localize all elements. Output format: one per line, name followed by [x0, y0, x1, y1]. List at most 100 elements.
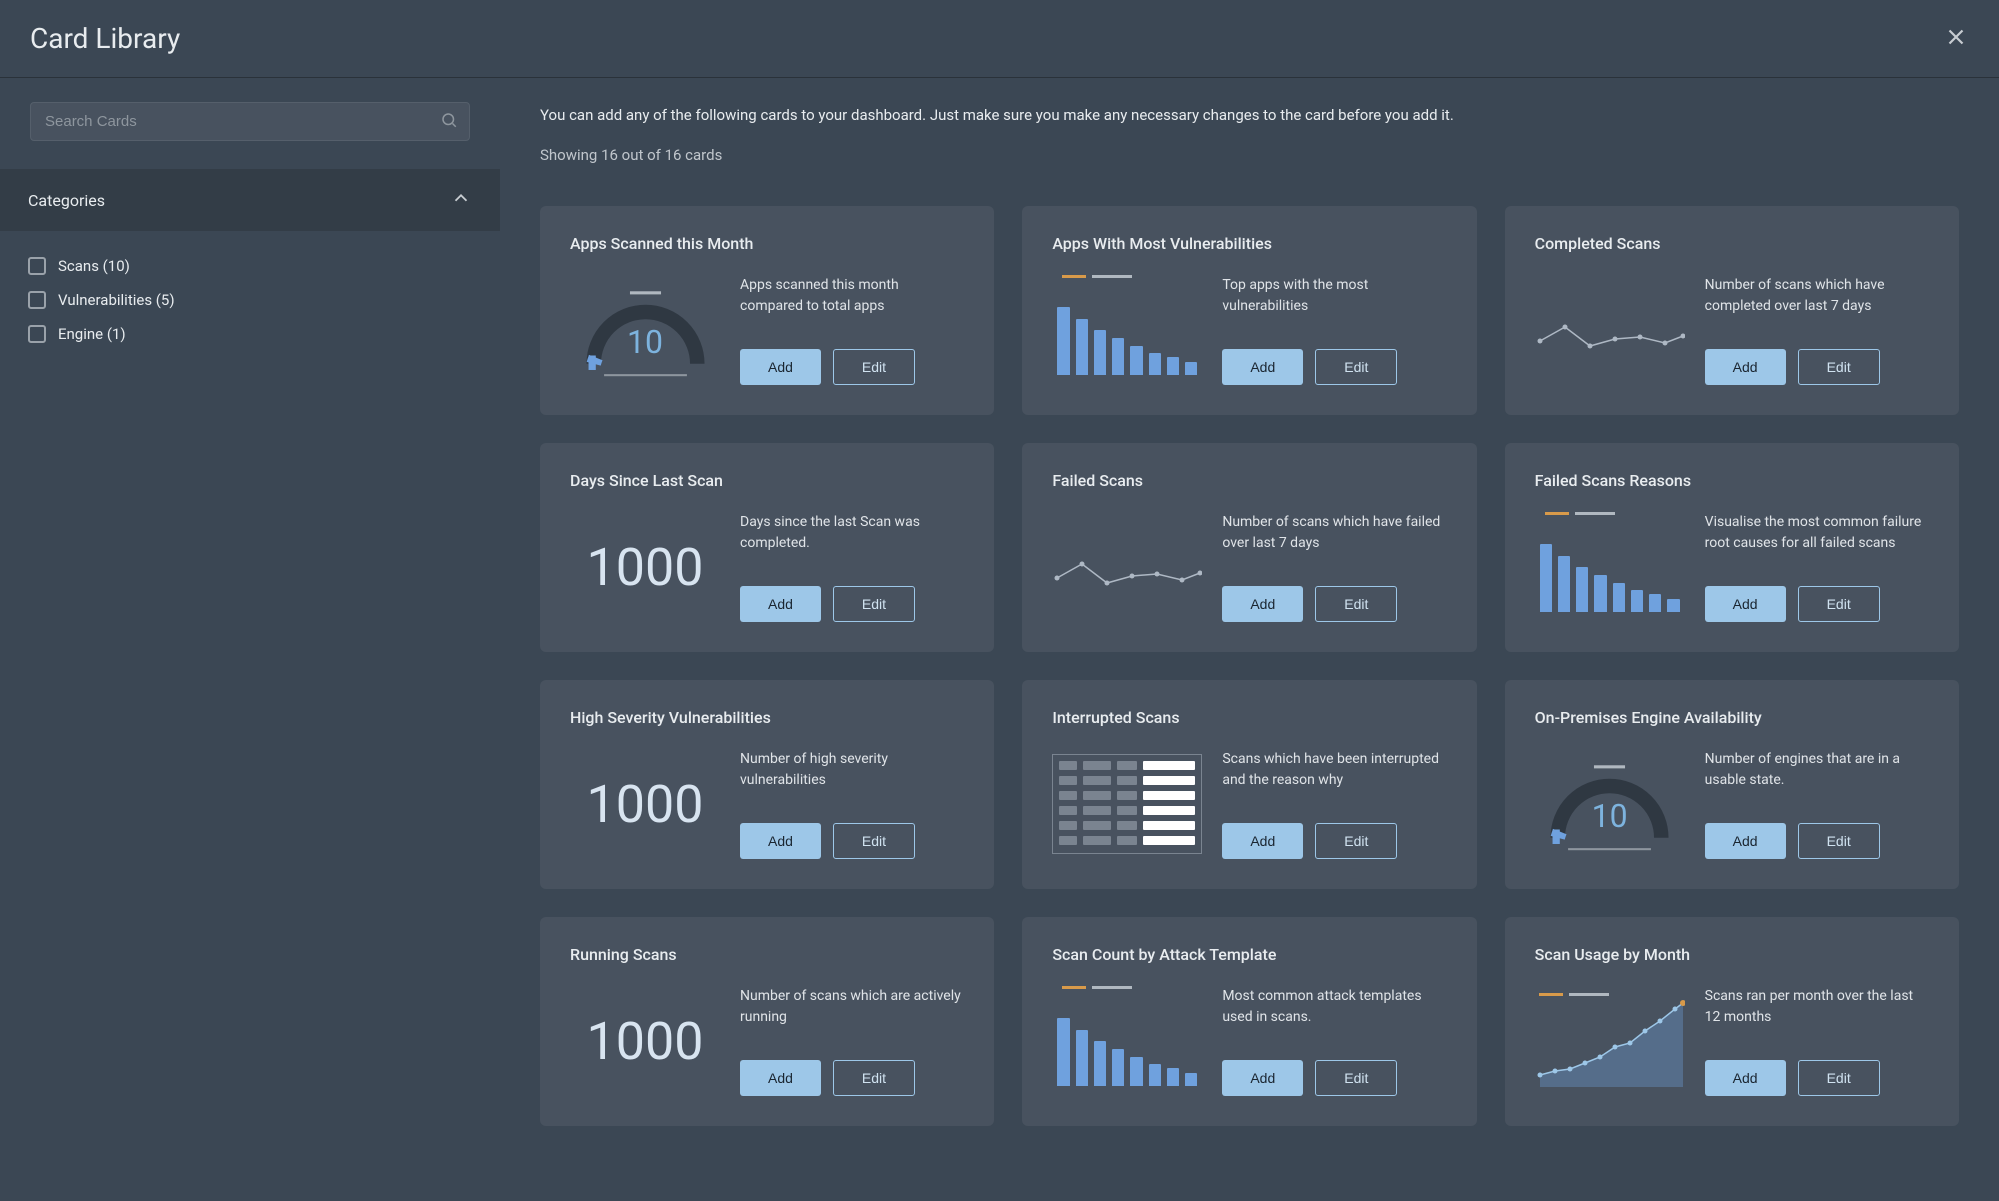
gauge-preview: 10	[1535, 749, 1685, 859]
edit-button[interactable]: Edit	[833, 349, 915, 385]
add-button[interactable]: Add	[740, 349, 821, 385]
big-number: 1000	[587, 774, 704, 835]
modal-title: Card Library	[30, 22, 180, 55]
card-description: Days since the last Scan was completed.	[740, 512, 964, 554]
card: Days Since Last Scan 1000 Days since the l…	[540, 443, 994, 652]
add-button[interactable]: Add	[1222, 349, 1303, 385]
add-button[interactable]: Add	[740, 1060, 821, 1096]
category-item-vulnerabilities[interactable]: Vulnerabilities (5)	[28, 283, 472, 317]
card: Apps Scanned this Month 10 Apps scanned th…	[540, 206, 994, 415]
category-item-engine[interactable]: Engine (1)	[28, 317, 472, 351]
card-description: Number of scans which have failed over l…	[1222, 512, 1446, 554]
main-content: You can add any of the following cards t…	[500, 78, 1999, 1201]
add-button[interactable]: Add	[1222, 586, 1303, 622]
table-preview	[1052, 749, 1202, 859]
search-icon	[440, 111, 458, 133]
categories-header[interactable]: Categories	[0, 169, 500, 231]
bar-chart-preview	[1052, 986, 1202, 1096]
area-chart-preview	[1535, 986, 1685, 1096]
card: High Severity Vulnerabilities 1000 Number …	[540, 680, 994, 889]
card-description: Number of high severity vulnerabilities	[740, 749, 964, 791]
card-title: Scan Usage by Month	[1535, 945, 1929, 964]
edit-button[interactable]: Edit	[1798, 586, 1880, 622]
card: Failed Scans Number of scans which have f…	[1022, 443, 1476, 652]
card-title: On-Premises Engine Availability	[1535, 708, 1929, 727]
card: Scan Usage by Month Scans ran per month o…	[1505, 917, 1959, 1126]
card: Scan Count by Attack Template Most common…	[1022, 917, 1476, 1126]
result-count: Showing 16 out of 16 cards	[540, 146, 1959, 164]
edit-button[interactable]: Edit	[1315, 1060, 1397, 1096]
number-preview: 1000	[570, 512, 720, 622]
category-label: Vulnerabilities (5)	[58, 291, 175, 309]
add-button[interactable]: Add	[1222, 1060, 1303, 1096]
card-title: Failed Scans Reasons	[1535, 471, 1929, 490]
modal-header: Card Library	[0, 0, 1999, 78]
edit-button[interactable]: Edit	[833, 823, 915, 859]
add-button[interactable]: Add	[1705, 1060, 1786, 1096]
categories-list: Scans (10) Vulnerabilities (5) Engine (1…	[0, 231, 500, 369]
edit-button[interactable]: Edit	[1798, 349, 1880, 385]
bar-chart-preview	[1052, 275, 1202, 385]
edit-button[interactable]: Edit	[1315, 586, 1397, 622]
add-button[interactable]: Add	[740, 823, 821, 859]
add-button[interactable]: Add	[1705, 586, 1786, 622]
checkbox-icon[interactable]	[28, 325, 46, 343]
card-description: Number of scans which are actively runni…	[740, 986, 964, 1028]
add-button[interactable]: Add	[740, 586, 821, 622]
card-description: Scans which have been interrupted and th…	[1222, 749, 1446, 791]
card-description: Number of engines that are in a usable s…	[1705, 749, 1929, 791]
line-chart-preview	[1535, 275, 1685, 385]
card: Interrupted Scans Scans which have been i…	[1022, 680, 1476, 889]
card-grid: Apps Scanned this Month 10 Apps scanned th…	[540, 206, 1959, 1126]
category-label: Engine (1)	[58, 325, 126, 343]
line-chart-preview	[1052, 512, 1202, 622]
card: On-Premises Engine Availability 10 Number …	[1505, 680, 1959, 889]
number-preview: 1000	[570, 749, 720, 859]
edit-button[interactable]: Edit	[833, 1060, 915, 1096]
card-title: Apps With Most Vulnerabilities	[1052, 234, 1446, 253]
number-preview: 1000	[570, 986, 720, 1096]
edit-button[interactable]: Edit	[1315, 823, 1397, 859]
card: Completed Scans Number of scans which hav…	[1505, 206, 1959, 415]
bar-chart-preview	[1535, 512, 1685, 622]
close-icon[interactable]	[1943, 24, 1969, 54]
card-title: Failed Scans	[1052, 471, 1446, 490]
add-button[interactable]: Add	[1705, 349, 1786, 385]
card-title: Days Since Last Scan	[570, 471, 964, 490]
card-description: Apps scanned this month compared to tota…	[740, 275, 964, 317]
add-button[interactable]: Add	[1222, 823, 1303, 859]
big-number: 1000	[587, 537, 704, 598]
card-description: Number of scans which have completed ove…	[1705, 275, 1929, 317]
edit-button[interactable]: Edit	[1798, 823, 1880, 859]
card-description: Most common attack templates used in sca…	[1222, 986, 1446, 1028]
category-item-scans[interactable]: Scans (10)	[28, 249, 472, 283]
category-label: Scans (10)	[58, 257, 130, 275]
card: Apps With Most Vulnerabilities Top apps w…	[1022, 206, 1476, 415]
card-title: Interrupted Scans	[1052, 708, 1446, 727]
gauge-value: 10	[627, 323, 663, 361]
edit-button[interactable]: Edit	[833, 586, 915, 622]
big-number: 1000	[587, 1011, 704, 1072]
search-input[interactable]	[30, 102, 470, 141]
card: Running Scans 1000 Number of scans which a…	[540, 917, 994, 1126]
checkbox-icon[interactable]	[28, 257, 46, 275]
gauge-value: 10	[1592, 797, 1628, 835]
card-title: High Severity Vulnerabilities	[570, 708, 964, 727]
card-title: Running Scans	[570, 945, 964, 964]
card-description: Top apps with the most vulnerabilities	[1222, 275, 1446, 317]
card-description: Scans ran per month over the last 12 mon…	[1705, 986, 1929, 1028]
categories-label: Categories	[28, 191, 105, 210]
gauge-preview: 10	[570, 275, 720, 385]
sidebar: Categories Scans (10) Vulnerabilities (5…	[0, 78, 500, 1201]
card-title: Completed Scans	[1535, 234, 1929, 253]
edit-button[interactable]: Edit	[1315, 349, 1397, 385]
add-button[interactable]: Add	[1705, 823, 1786, 859]
edit-button[interactable]: Edit	[1798, 1060, 1880, 1096]
checkbox-icon[interactable]	[28, 291, 46, 309]
card: Failed Scans Reasons Visualise the most c…	[1505, 443, 1959, 652]
instruction-text: You can add any of the following cards t…	[540, 106, 1959, 124]
chevron-up-icon	[450, 187, 472, 213]
card-description: Visualise the most common failure root c…	[1705, 512, 1929, 554]
card-title: Apps Scanned this Month	[570, 234, 964, 253]
card-title: Scan Count by Attack Template	[1052, 945, 1446, 964]
